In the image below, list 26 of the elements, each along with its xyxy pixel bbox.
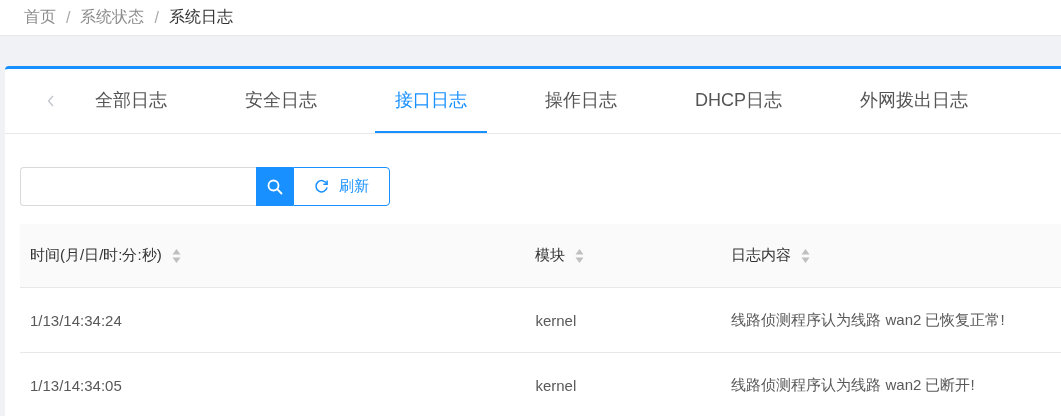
breadcrumb-link[interactable]: 首页: [24, 7, 56, 28]
breadcrumb-separator: /: [66, 8, 71, 27]
chevron-left-icon[interactable]: [47, 95, 55, 107]
column-header[interactable]: 模块: [535, 246, 566, 265]
tab[interactable]: 外网拨出日志: [840, 69, 988, 133]
breadcrumb-separator: /: [154, 8, 159, 27]
table-cell: 线路侦测程序认为线路 wan2 已断开!: [731, 375, 975, 393]
table-cell: kernel: [535, 311, 577, 329]
column-header[interactable]: 时间(月/日/时:分:秒): [30, 246, 162, 265]
search-icon: [266, 178, 283, 195]
breadcrumb-link[interactable]: 系统状态: [80, 7, 145, 28]
table-cell: kernel: [535, 376, 577, 394]
refresh-icon: [314, 179, 329, 194]
search-button[interactable]: [256, 167, 293, 206]
search-field[interactable]: [20, 167, 256, 206]
column-header[interactable]: 日志内容: [731, 246, 792, 265]
table-cell: 1/13/14:34:24: [30, 311, 122, 329]
table-cell: 线路侦测程序认为线路 wan2 已恢复正常!: [731, 310, 1005, 328]
table-cell: 1/13/14:34:05: [30, 376, 122, 394]
sort-icon[interactable]: [801, 247, 811, 264]
tab[interactable]: 全部日志: [75, 69, 187, 133]
tab[interactable]: 安全日志: [225, 69, 337, 133]
sort-icon[interactable]: [171, 247, 181, 264]
tab[interactable]: 操作日志: [525, 69, 637, 133]
tab[interactable]: DHCP日志: [675, 69, 802, 133]
sort-icon[interactable]: [575, 247, 585, 264]
